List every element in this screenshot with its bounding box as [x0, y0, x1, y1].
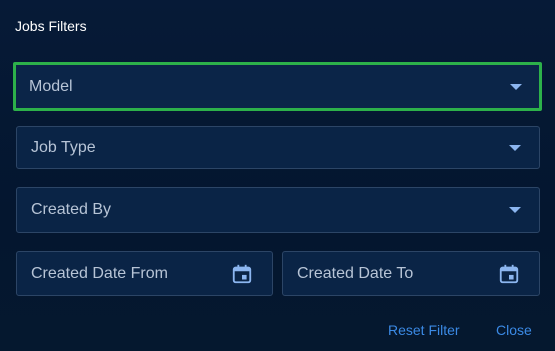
created-by-select[interactable]: Created By [16, 187, 540, 233]
created-by-select-label: Created By [31, 201, 112, 218]
model-select-label: Model [29, 77, 73, 95]
created-date-to-input[interactable]: Created Date To [282, 251, 540, 296]
reset-filter-button[interactable]: Reset Filter [388, 322, 460, 338]
jobs-filters-dialog: Jobs Filters Model Job Type Created By C… [0, 0, 555, 351]
calendar-icon[interactable] [498, 263, 520, 285]
job-type-select-label: Job Type [31, 138, 96, 156]
calendar-icon[interactable] [231, 263, 253, 285]
chevron-down-icon [509, 207, 521, 213]
close-button[interactable]: Close [496, 322, 532, 338]
model-select[interactable]: Model [13, 62, 542, 111]
created-date-from-input[interactable]: Created Date From [16, 251, 273, 296]
dialog-title: Jobs Filters [15, 18, 87, 34]
created-date-to-label: Created Date To [297, 264, 414, 282]
created-date-from-label: Created Date From [31, 264, 168, 282]
chevron-down-icon [509, 144, 521, 151]
chevron-down-icon [510, 83, 522, 90]
job-type-select[interactable]: Job Type [16, 126, 540, 169]
